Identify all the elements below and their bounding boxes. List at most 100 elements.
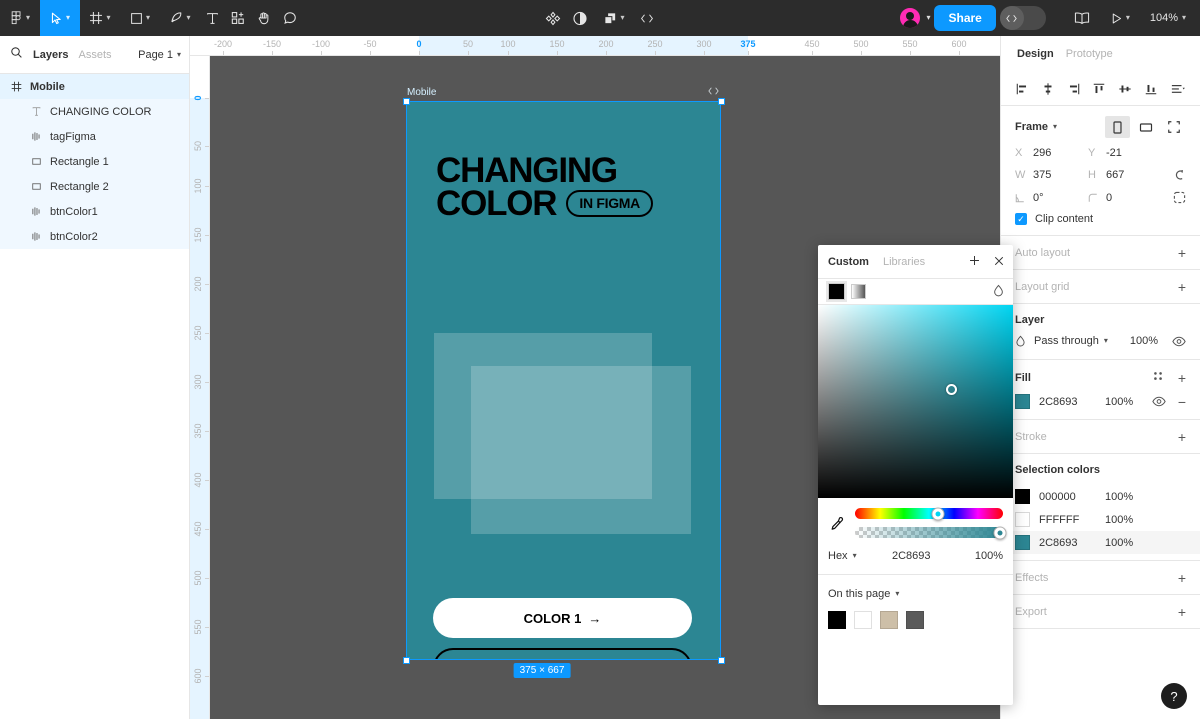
align-bottom-icon[interactable]: [1144, 82, 1158, 96]
clip-content-checkbox[interactable]: ✓: [1015, 213, 1027, 225]
tab-prototype[interactable]: Prototype: [1066, 48, 1113, 60]
frame-name-label[interactable]: Mobile: [407, 87, 436, 98]
frame-y-field[interactable]: Y -21: [1088, 147, 1161, 159]
page-swatch-tan[interactable]: [880, 611, 898, 629]
frame-corner-field[interactable]: 0: [1088, 192, 1161, 204]
add-effect-icon[interactable]: +: [1178, 571, 1186, 585]
tab-design[interactable]: Design: [1017, 48, 1054, 60]
align-top-icon[interactable]: [1092, 82, 1106, 96]
page-selector[interactable]: Page 1 ▾: [138, 49, 181, 61]
add-stroke-icon[interactable]: +: [1178, 430, 1186, 444]
layer-item-tagfigma[interactable]: tagFigma: [0, 124, 189, 149]
tab-assets[interactable]: Assets: [78, 49, 111, 61]
blend-icon[interactable]: [993, 284, 1004, 300]
vertical-ruler[interactable]: 050100150200250300350400450500550600667: [190, 56, 210, 719]
tab-layers[interactable]: Layers: [33, 49, 68, 61]
clip-content-row[interactable]: ✓ Clip content: [1015, 213, 1186, 225]
zoom-level-menu[interactable]: 104% ▾: [1144, 12, 1192, 24]
selection-color-row[interactable]: 000000 100%: [1001, 485, 1200, 508]
align-h-center-icon[interactable]: [1041, 82, 1055, 96]
rotation-value[interactable]: 0°: [1033, 192, 1044, 204]
selection-color-row[interactable]: FFFFFF 100%: [1001, 508, 1200, 531]
remove-fill-icon[interactable]: −: [1178, 395, 1186, 409]
search-icon[interactable]: [10, 46, 23, 64]
user-avatar-menu[interactable]: ▾: [894, 6, 930, 30]
library-button[interactable]: [1068, 0, 1096, 36]
color-format-selector[interactable]: Hex ▾: [828, 550, 886, 562]
btn-color-1[interactable]: COLOR 1 →: [433, 598, 692, 638]
plus-icon[interactable]: [968, 254, 981, 269]
page-swatch-gray[interactable]: [906, 611, 924, 629]
alpha-value-input[interactable]: 100%: [969, 550, 1003, 562]
picker-tab-libraries[interactable]: Libraries: [883, 256, 925, 268]
hand-tool-button[interactable]: [251, 0, 277, 36]
tag-in-figma[interactable]: IN FIGMA: [566, 190, 653, 218]
landscape-icon[interactable]: [1133, 116, 1158, 138]
dev-mode-button[interactable]: [634, 0, 661, 36]
present-button[interactable]: ▾: [1100, 0, 1140, 36]
frame-x-field[interactable]: X 296: [1015, 147, 1088, 159]
layer-item-changing-color[interactable]: CHANGING COLOR: [0, 99, 189, 124]
layer-visibility-eye-icon[interactable]: [1172, 336, 1186, 347]
layer-opacity-value[interactable]: 100%: [1130, 335, 1158, 347]
shape-tool-button[interactable]: ▾: [120, 0, 160, 36]
distribute-icon[interactable]: [1170, 82, 1186, 96]
dev-mode-toggle[interactable]: [999, 6, 1046, 30]
resize-handle-bl[interactable]: [403, 657, 410, 664]
layer-item-btncolor1[interactable]: btnColor1: [0, 199, 189, 224]
hex-value-input[interactable]: 2C8693: [886, 550, 969, 562]
share-button[interactable]: Share: [934, 5, 996, 31]
plugin-button[interactable]: [540, 0, 567, 36]
resize-to-fit-icon[interactable]: [1161, 116, 1186, 138]
eyedropper-icon[interactable]: [828, 516, 846, 531]
resources-tool-button[interactable]: [225, 0, 251, 36]
artboard-mobile[interactable]: CHANGING COLOR IN FIGMA COLOR 1 → COLOR …: [406, 101, 721, 660]
selection-color-swatch[interactable]: [1015, 535, 1030, 550]
contrast-button[interactable]: [567, 0, 594, 36]
blend-mode-dropdown[interactable]: Pass through ▾: [1034, 335, 1108, 347]
add-export-icon[interactable]: +: [1178, 605, 1186, 619]
saturation-cursor[interactable]: [946, 384, 957, 395]
frame-w-field[interactable]: W 375: [1015, 169, 1088, 181]
fill-color-swatch[interactable]: [1015, 394, 1030, 409]
gradient-mode-swatch[interactable]: [851, 284, 866, 299]
page-swatch-white[interactable]: [854, 611, 872, 629]
move-tool-button[interactable]: ▾: [40, 0, 80, 36]
alpha-slider-knob[interactable]: [993, 526, 1007, 539]
on-this-page-toggle[interactable]: On this page ▾: [828, 588, 1003, 600]
selection-color-swatch[interactable]: [1015, 512, 1030, 527]
close-icon[interactable]: [993, 255, 1005, 269]
align-v-center-icon[interactable]: [1118, 82, 1132, 96]
align-right-icon[interactable]: [1067, 82, 1081, 96]
selection-color-row[interactable]: 2C8693 100%: [1001, 531, 1200, 554]
solid-mode-swatch[interactable]: [826, 281, 847, 302]
x-value[interactable]: 296: [1033, 147, 1051, 159]
portrait-icon[interactable]: [1105, 116, 1130, 138]
layer-item-mobile[interactable]: Mobile: [0, 74, 189, 99]
resize-handle-tr[interactable]: [718, 98, 725, 105]
selection-color-swatch[interactable]: [1015, 489, 1030, 504]
frame-tool-button[interactable]: ▾: [80, 0, 120, 36]
frame-rotation-field[interactable]: 0°: [1015, 192, 1088, 204]
rectangle-2[interactable]: [471, 366, 691, 534]
comment-tool-button[interactable]: [277, 0, 303, 36]
styles-icon[interactable]: [1152, 370, 1164, 385]
layer-item-btncolor2[interactable]: btnColor2: [0, 224, 189, 249]
hue-slider-knob[interactable]: [931, 507, 945, 520]
page-swatch-black[interactable]: [828, 611, 846, 629]
resize-handle-br[interactable]: [718, 657, 725, 664]
frame-h-field[interactable]: H 667: [1088, 169, 1161, 181]
fill-hex-value[interactable]: 2C8693: [1039, 396, 1105, 408]
alpha-slider[interactable]: [855, 526, 1007, 539]
independent-corners-icon[interactable]: [1173, 191, 1186, 204]
resize-handle-tl[interactable]: [403, 98, 410, 105]
fill-visibility-eye-icon[interactable]: [1152, 396, 1166, 407]
add-fill-icon[interactable]: +: [1178, 371, 1186, 385]
figma-menu-button[interactable]: ▾: [0, 0, 40, 36]
corner-value[interactable]: 0: [1106, 192, 1112, 204]
add-layout-grid-icon[interactable]: +: [1178, 280, 1186, 294]
picker-tab-custom[interactable]: Custom: [828, 256, 869, 268]
saturation-value-area[interactable]: [818, 305, 1013, 498]
align-left-icon[interactable]: [1015, 82, 1029, 96]
hue-slider[interactable]: [855, 507, 1003, 520]
